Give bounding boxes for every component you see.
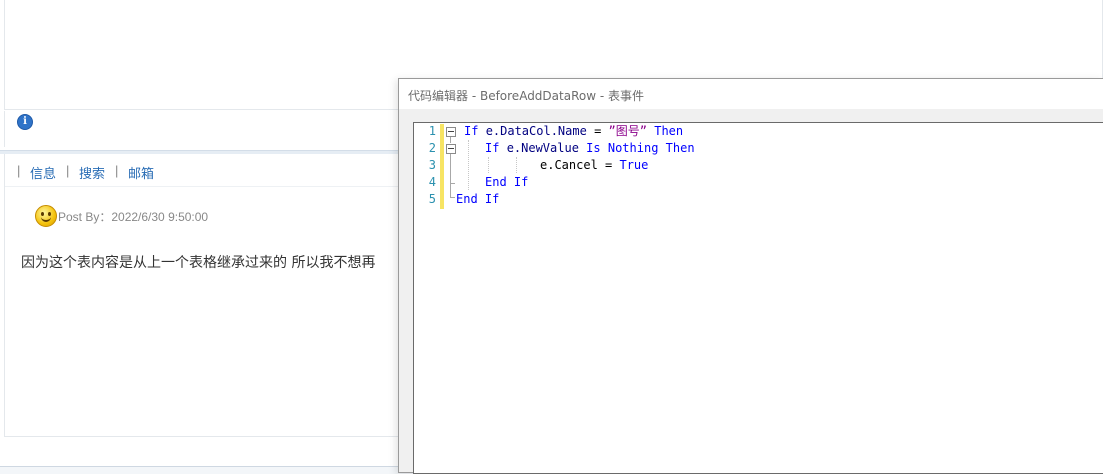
fold-line (450, 137, 451, 143)
indent-guide (516, 157, 517, 173)
keyword: If (464, 124, 479, 138)
keyword: Nothing (607, 141, 659, 155)
collapse-icon[interactable] (446, 127, 456, 137)
code-line-3: e.Cancel = True (540, 157, 648, 174)
indent-guide (468, 140, 469, 190)
operator: = (597, 158, 620, 172)
post-content: 因为这个表内容是从上一个表格继承过来的 所以我不想再 (21, 255, 376, 271)
line-number: 4 (428, 175, 436, 189)
line-number: 1 (428, 124, 436, 138)
code-editor-window[interactable]: 代码编辑器 - BeforeAddDataRow - 表事件 1 2 3 4 5… (398, 78, 1103, 474)
keyword: Then (665, 141, 695, 155)
user-link-search[interactable]: 搜索 (79, 163, 105, 182)
separator: | (17, 163, 21, 178)
line-number: 3 (428, 158, 436, 172)
keyword: Is (586, 141, 601, 155)
post-timestamp: Post By：2022/6/30 9:50:00 (58, 210, 209, 224)
user-link-info[interactable]: 信息 (30, 163, 56, 182)
keyword: If (484, 192, 500, 206)
line-number-gutter: 1 2 3 4 5 (414, 123, 440, 209)
fold-line (450, 154, 451, 197)
line-number: 2 (428, 141, 436, 155)
keyword: If (485, 141, 500, 155)
editor-titlebar[interactable]: 代码编辑器 - BeforeAddDataRow - 表事件 (399, 79, 1103, 109)
smiley-icon (35, 205, 57, 227)
code-line-2: If e.NewValue Is Nothing Then (485, 140, 695, 157)
fold-end-marker (450, 183, 455, 184)
string-literal: ”图号” (608, 124, 647, 138)
keyword: True (619, 158, 649, 172)
separator: | (66, 163, 70, 178)
separator: | (115, 163, 119, 178)
line-number: 5 (428, 192, 436, 206)
keyword: End (485, 175, 507, 189)
indent-guide (488, 157, 489, 173)
code-line-4: End If (485, 174, 528, 191)
operator: = (586, 124, 609, 138)
code-line-5: End If (456, 191, 499, 208)
collapse-icon[interactable] (446, 144, 456, 154)
keyword: Then (654, 124, 684, 138)
info-circle-icon[interactable]: i (17, 114, 33, 130)
identifier: e.Cancel (540, 158, 598, 172)
identifier: e.NewValue (506, 141, 579, 155)
code-line-1: If e.DataCol.Name = ”图号” Then (464, 123, 683, 140)
fold-end-marker (450, 197, 455, 198)
editor-title: 代码编辑器 - BeforeAddDataRow - 表事件 (408, 89, 644, 103)
user-link-mail[interactable]: 邮箱 (128, 163, 154, 182)
keyword: End (456, 192, 478, 206)
keyword: If (513, 175, 529, 189)
code-editor-area[interactable]: 1 2 3 4 5 If e.DataCol.Name = ”图号” Then … (413, 122, 1103, 474)
identifier: e.DataCol.Name (485, 124, 587, 138)
